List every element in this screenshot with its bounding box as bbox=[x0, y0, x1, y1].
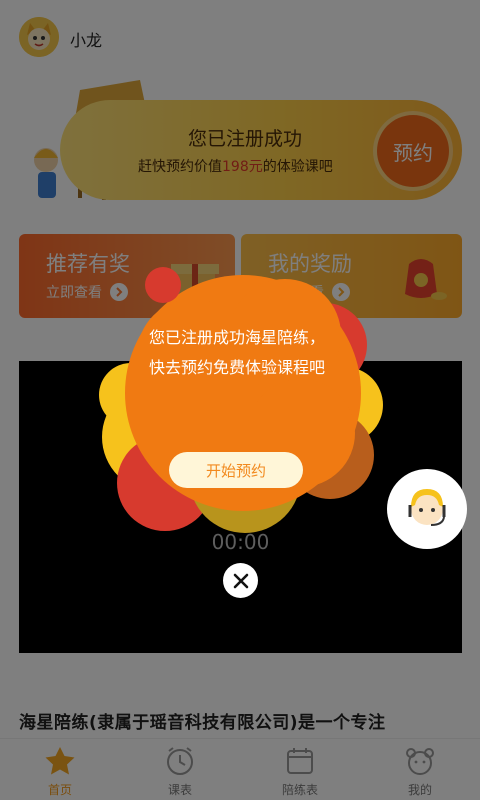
popup-blob-shape bbox=[99, 267, 383, 533]
start-booking-button[interactable]: 开始预约 bbox=[169, 452, 303, 488]
popup-message: 您已注册成功海星陪练，快去预约免费体验课程吧 bbox=[149, 328, 326, 377]
close-icon bbox=[233, 573, 248, 588]
customer-service-icon bbox=[408, 489, 446, 526]
customer-service-button[interactable] bbox=[387, 469, 467, 549]
close-popup-button[interactable] bbox=[223, 563, 258, 598]
registration-success-popup: 您已注册成功海星陪练，快去预约免费体验课程吧 开始预约 bbox=[95, 265, 385, 545]
